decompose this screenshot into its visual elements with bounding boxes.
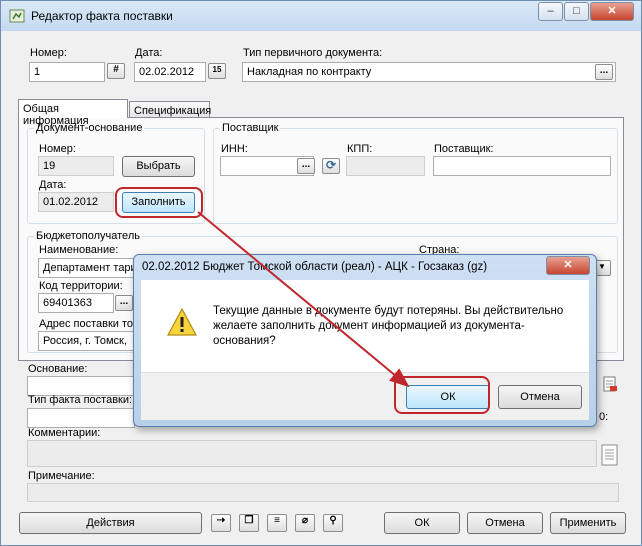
title-bar: Редактор факта поставки – □ ✕ xyxy=(1,1,641,31)
delivery-type-field[interactable] xyxy=(27,408,135,428)
app-icon xyxy=(9,9,25,23)
tab-specification[interactable]: Спецификация xyxy=(129,101,211,118)
number-field[interactable]: 1 xyxy=(29,62,105,82)
base-date-field: 01.02.2012 xyxy=(38,192,114,212)
close-button[interactable]: ✕ xyxy=(590,2,634,21)
cancel-button[interactable]: Отмена xyxy=(467,512,543,534)
dialog-body: Текущие данные в документе будут потерян… xyxy=(141,280,589,420)
base-number-field: 19 xyxy=(38,156,114,176)
doc-type-label: Тип первичного документа: xyxy=(243,47,383,59)
territory-label: Код территории: xyxy=(39,280,123,292)
toolbar-search-icon[interactable]: ⚲ xyxy=(323,514,343,532)
toolbar-forward-icon[interactable]: ⇢ xyxy=(211,514,231,532)
toolbar-copy-icon[interactable]: ❐ xyxy=(239,514,259,532)
dialog-title: 02.02.2012 Бюджет Томской области (реал)… xyxy=(142,261,488,273)
calendar-icon[interactable]: 15 xyxy=(208,63,226,79)
supplier-name-field[interactable] xyxy=(433,156,611,176)
window-title: Редактор факта поставки xyxy=(31,9,173,23)
address-label: Адрес поставки тов xyxy=(39,318,139,330)
base-date-label: Дата: xyxy=(39,179,67,191)
supplier-group xyxy=(213,128,618,224)
toolbar-attachment-icon[interactable]: ⌀ xyxy=(295,514,315,532)
basis-field[interactable] xyxy=(27,376,135,396)
dialog-close-button[interactable]: ✕ xyxy=(546,256,590,275)
fill-button-highlight xyxy=(115,187,203,218)
comments-label: Комментарии: xyxy=(28,427,101,439)
tab-general[interactable]: Общая информация xyxy=(18,99,128,127)
note-field[interactable] xyxy=(27,483,619,502)
date-field[interactable]: 02.02.2012 xyxy=(134,62,206,82)
base-number-label: Номер: xyxy=(39,143,76,155)
date-label: Дата: xyxy=(135,47,163,59)
supplier-title: Поставщик xyxy=(220,122,281,134)
delivery-type-label: Тип факта поставки: xyxy=(28,394,133,406)
note-label: Примечание: xyxy=(28,470,95,482)
address-field[interactable]: Россия, г. Томск, xyxy=(38,331,143,351)
number-picker-icon[interactable]: # xyxy=(107,63,125,79)
recipient-name-label: Наименование: xyxy=(39,244,119,256)
delivery-type-right-value: 0: xyxy=(599,411,609,423)
comments-field[interactable] xyxy=(27,440,597,467)
territory-field[interactable]: 69401363 xyxy=(38,293,114,313)
actions-button[interactable]: Действия xyxy=(19,512,202,534)
basis-label: Основание: xyxy=(28,363,88,375)
warning-icon xyxy=(166,307,198,336)
comments-notepad-icon[interactable] xyxy=(601,444,618,466)
basis-document-icon[interactable] xyxy=(601,375,619,393)
refresh-icon[interactable]: ⟳ xyxy=(322,158,340,174)
toolbar-document-icon[interactable]: ≡ xyxy=(267,514,287,532)
confirm-dialog: 02.02.2012 Бюджет Томской области (реал)… xyxy=(133,254,597,427)
apply-button[interactable]: Применить xyxy=(550,512,626,534)
doc-type-field[interactable]: Накладная по контракту xyxy=(242,62,616,82)
kpp-field xyxy=(346,156,425,176)
dialog-message: Текущие данные в документе будут потерян… xyxy=(213,305,564,347)
supplier-name-label: Поставщик: xyxy=(434,143,494,155)
dialog-cancel-button[interactable]: Отмена xyxy=(498,385,582,409)
inn-ellipsis-icon[interactable]: ... xyxy=(297,158,315,174)
maximize-button[interactable]: □ xyxy=(564,2,589,21)
doc-type-ellipsis-icon[interactable]: ... xyxy=(595,64,613,80)
recipient-name-field[interactable]: Департамент тари xyxy=(38,258,143,278)
recipient-title: Бюджетополучатель xyxy=(34,230,142,242)
select-button[interactable]: Выбрать xyxy=(122,156,195,177)
ok-button[interactable]: ОК xyxy=(384,512,460,534)
dialog-footer: ОК Отмена xyxy=(141,372,589,420)
kpp-label: КПП: xyxy=(347,143,373,155)
minimize-button[interactable]: – xyxy=(538,2,563,21)
inn-label: ИНН: xyxy=(221,143,248,155)
number-label: Номер: xyxy=(30,47,67,59)
dialog-ok-highlight xyxy=(394,376,490,414)
territory-ellipsis-icon[interactable]: ... xyxy=(115,295,133,311)
